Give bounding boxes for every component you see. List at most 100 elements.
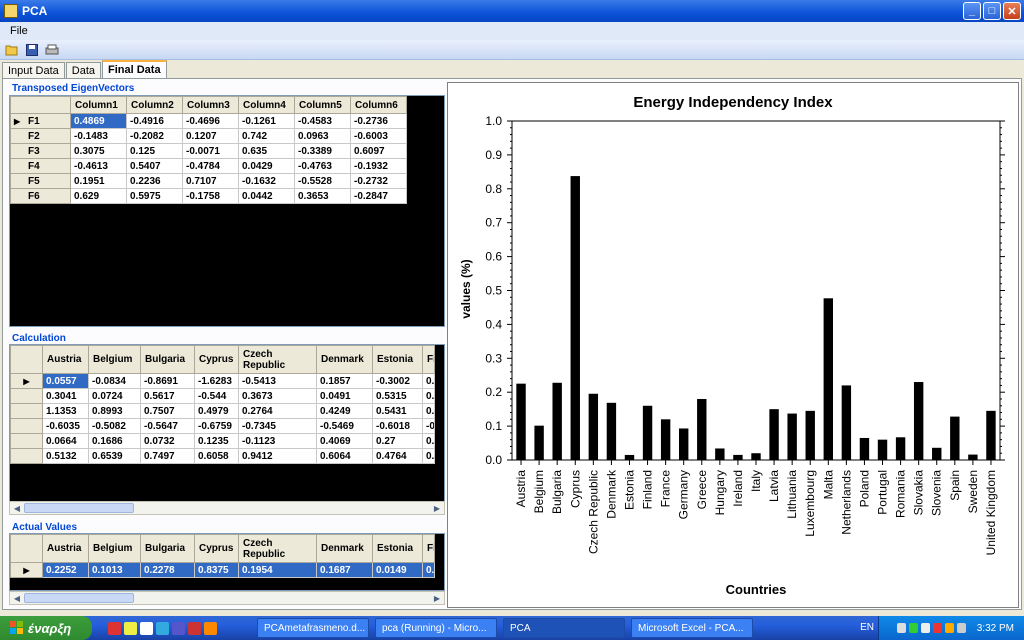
grid-cell[interactable]: -0.6018 (372, 418, 423, 434)
grid-cell[interactable]: 0.1235 (194, 433, 239, 449)
grid-cell[interactable]: 0.1951 (70, 173, 127, 189)
grid-cell[interactable]: 0.0664 (42, 433, 89, 449)
grid-cell[interactable]: -0.5528 (294, 173, 351, 189)
grid-cell[interactable]: 0.3673 (238, 388, 317, 404)
menu-file[interactable]: File (10, 25, 28, 37)
grid-cell[interactable]: 0.3653 (294, 188, 351, 204)
grid-cell[interactable]: 0.4979 (194, 403, 239, 419)
grid-cell[interactable]: 0.6064 (316, 448, 373, 464)
taskbar-item[interactable]: pca (Running) - Micro... (375, 618, 497, 638)
column-header[interactable]: Denmark (316, 345, 373, 374)
row-header[interactable] (10, 433, 43, 449)
table-row[interactable]: -0.6035 -0.5082 -0.5647 -0.6759 -0.7345 -0.54… (10, 418, 435, 434)
row-header[interactable]: F6 (10, 188, 71, 204)
scroll-left-icon[interactable]: ◀ (10, 592, 24, 604)
row-header[interactable]: F2 (10, 128, 71, 144)
grid-cell[interactable]: -0.8691 (140, 373, 195, 389)
start-button[interactable]: έναρξη (0, 616, 92, 640)
save-icon[interactable] (24, 42, 40, 58)
grid-cell[interactable]: -0.4696 (182, 113, 239, 129)
grid-cell[interactable]: -0.6003 (350, 128, 407, 144)
grid-cell[interactable]: 0.4069 (316, 433, 373, 449)
row-header[interactable] (10, 388, 43, 404)
grid-cell[interactable]: -0.1632 (238, 173, 295, 189)
grid-cell[interactable]: 0.1687 (316, 562, 373, 578)
grid-cell[interactable]: -0.5413 (238, 373, 317, 389)
grid-cell[interactable]: 0.6 (422, 448, 435, 464)
grid-cell[interactable]: 0.742 (238, 128, 295, 144)
grid-cell[interactable]: 0.125 (126, 143, 183, 159)
column-header[interactable]: Column5 (294, 96, 351, 114)
open-folder-icon[interactable] (4, 42, 20, 58)
quicklaunch-icon[interactable] (140, 621, 153, 635)
grid-cell[interactable]: 0.7497 (140, 448, 195, 464)
table-row[interactable]: ▶ 0.2252 0.1013 0.2278 0.8375 0.1954 0.1687 0.0… (10, 562, 435, 578)
grid-cell[interactable]: 0.0557 (42, 373, 89, 389)
grid-cell[interactable]: -0.4916 (126, 113, 183, 129)
row-header[interactable] (10, 403, 43, 419)
column-header[interactable]: Belgium (88, 345, 141, 374)
scroll-thumb[interactable] (24, 593, 134, 603)
quicklaunch-icon[interactable] (188, 621, 201, 635)
grid-cell[interactable]: 0.1686 (88, 433, 141, 449)
table-row[interactable]: F6 0.629 0.5975 -0.1758 0.0442 0.3653 -0.2847 (10, 188, 407, 204)
actual-values-hscrollbar[interactable]: ◀ ▶ (9, 591, 445, 605)
grid-cell[interactable]: 0.5407 (126, 158, 183, 174)
grid-cell[interactable]: 0.0149 (372, 562, 423, 578)
table-row[interactable]: F3 0.3075 0.125 -0.0071 0.635 -0.3389 0.6097 (10, 143, 407, 159)
grid-cell[interactable]: 0.1954 (238, 562, 317, 578)
grid-cell[interactable]: -0.4583 (294, 113, 351, 129)
grid-cell[interactable]: -0.6759 (194, 418, 239, 434)
grid-cell[interactable]: 0.6058 (194, 448, 239, 464)
grid-cell[interactable]: 0.8993 (88, 403, 141, 419)
grid-cell[interactable]: 0.0724 (88, 388, 141, 404)
grid-cell[interactable]: -0.5469 (316, 418, 373, 434)
actual-values-grid[interactable]: Austria Belgium Bulgaria Cyprus Czech Republ… (9, 533, 445, 591)
maximize-button[interactable]: □ (983, 2, 1001, 20)
grid-cell[interactable]: 0.629 (70, 188, 127, 204)
grid-cell[interactable]: 1.1353 (42, 403, 89, 419)
grid-cell[interactable]: 0.7507 (140, 403, 195, 419)
grid-cell[interactable]: 0.6097 (350, 143, 407, 159)
grid-cell[interactable]: -0.0834 (88, 373, 141, 389)
column-header[interactable]: Austria (42, 534, 89, 563)
grid-cell[interactable]: 0.5132 (42, 448, 89, 464)
row-header[interactable]: ▶ (10, 373, 43, 389)
grid-cell[interactable]: -0.7345 (238, 418, 317, 434)
eigenvectors-grid[interactable]: Column1 Column2 Column3 Column4 Column5 … (9, 95, 445, 327)
column-header[interactable]: Czech Republic (238, 534, 317, 563)
tray-icon[interactable] (908, 623, 918, 633)
column-header[interactable]: Cyprus (194, 534, 239, 563)
tray-icon[interactable] (944, 623, 954, 633)
column-header[interactable]: Fi (422, 345, 435, 374)
ie-icon[interactable] (156, 621, 169, 635)
grid-cell[interactable]: 0.5431 (372, 403, 423, 419)
grid-cell[interactable]: 0.0732 (140, 433, 195, 449)
grid-cell[interactable]: -1.6283 (194, 373, 239, 389)
grid-cell[interactable]: -0.2082 (126, 128, 183, 144)
tray-icon[interactable] (896, 623, 906, 633)
grid-cell[interactable]: 0.1013 (88, 562, 141, 578)
grid-cell[interactable]: 0.1857 (316, 373, 373, 389)
vlc-icon[interactable] (204, 621, 217, 635)
column-header[interactable]: Bulgaria (140, 534, 195, 563)
grid-cell[interactable]: 0.2252 (42, 562, 89, 578)
grid-cell[interactable]: 0.4869 (70, 113, 127, 129)
grid-cell[interactable]: 0.4249 (316, 403, 373, 419)
volume-icon[interactable] (956, 623, 966, 633)
grid-cell[interactable]: 0.0442 (238, 188, 295, 204)
calculation-hscrollbar[interactable]: ◀ ▶ (9, 501, 445, 515)
grid-cell[interactable]: -0.5082 (88, 418, 141, 434)
grid-cell[interactable]: 0.2236 (126, 173, 183, 189)
grid-cell[interactable]: -0.2732 (350, 173, 407, 189)
column-header[interactable]: Column2 (126, 96, 183, 114)
grid-cell[interactable]: -0.544 (194, 388, 239, 404)
quicklaunch-icon[interactable] (108, 621, 121, 635)
column-header[interactable]: Denmark (316, 534, 373, 563)
column-header[interactable]: Column4 (238, 96, 295, 114)
quicklaunch-icon[interactable] (172, 621, 185, 635)
column-header[interactable]: Fi (422, 534, 435, 563)
grid-cell[interactable]: 0.3041 (42, 388, 89, 404)
grid-cell[interactable]: 0.9412 (238, 448, 317, 464)
tab-input-data[interactable]: Input Data (2, 62, 65, 79)
